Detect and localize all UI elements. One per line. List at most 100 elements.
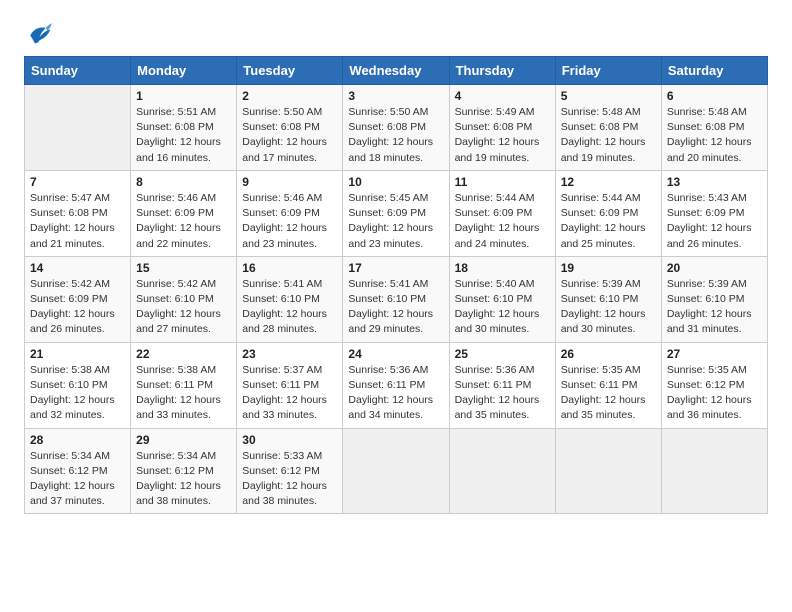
day-info: Sunrise: 5:35 AMSunset: 6:11 PMDaylight:… — [561, 363, 656, 424]
calendar-cell: 16Sunrise: 5:41 AMSunset: 6:10 PMDayligh… — [237, 256, 343, 342]
calendar-cell: 4Sunrise: 5:49 AMSunset: 6:08 PMDaylight… — [449, 85, 555, 171]
day-number: 29 — [136, 433, 231, 447]
calendar-cell: 28Sunrise: 5:34 AMSunset: 6:12 PMDayligh… — [25, 428, 131, 514]
day-info: Sunrise: 5:34 AMSunset: 6:12 PMDaylight:… — [30, 449, 125, 510]
day-info: Sunrise: 5:34 AMSunset: 6:12 PMDaylight:… — [136, 449, 231, 510]
day-info: Sunrise: 5:38 AMSunset: 6:10 PMDaylight:… — [30, 363, 125, 424]
day-info: Sunrise: 5:41 AMSunset: 6:10 PMDaylight:… — [348, 277, 443, 338]
calendar-cell: 21 Sunrise: 5:38 AMSunset: 6:10 PMDayligh… — [25, 342, 131, 428]
calendar-cell: 12 Sunrise: 5:44 AMSunset: 6:09 PMDayligh… — [555, 170, 661, 256]
calendar-cell: 10 Sunrise: 5:45 AMSunset: 6:09 PMDayligh… — [343, 170, 449, 256]
calendar-cell: 7 Sunrise: 5:47 AMSunset: 6:08 PMDaylight… — [25, 170, 131, 256]
calendar-header-row: SundayMondayTuesdayWednesdayThursdayFrid… — [25, 57, 768, 85]
day-number: 17 — [348, 261, 443, 275]
calendar-cell: 14 Sunrise: 5:42 AMSunset: 6:09 PMDayligh… — [25, 256, 131, 342]
day-info: Sunrise: 5:46 AMSunset: 6:09 PMDaylight:… — [242, 191, 337, 252]
calendar-cell: 3 Sunrise: 5:50 AMSunset: 6:08 PMDaylight… — [343, 85, 449, 171]
day-info: Sunrise: 5:35 AMSunset: 6:12 PMDaylight:… — [667, 363, 762, 424]
day-info: Sunrise: 5:50 AMSunset: 6:08 PMDaylight:… — [242, 105, 337, 166]
day-number: 2 — [242, 89, 337, 103]
day-number: 20 — [667, 261, 762, 275]
calendar-cell: 19 Sunrise: 5:39 AMSunset: 6:10 PMDayligh… — [555, 256, 661, 342]
calendar-cell — [555, 428, 661, 514]
calendar-week-row: 1 Sunrise: 5:51 AMSunset: 6:08 PMDaylight… — [25, 85, 768, 171]
day-info: Sunrise: 5:38 AMSunset: 6:11 PMDaylight:… — [136, 363, 231, 424]
calendar-cell: 24 Sunrise: 5:36 AMSunset: 6:11 PMDayligh… — [343, 342, 449, 428]
day-number: 7 — [30, 175, 125, 189]
day-number: 6 — [667, 89, 762, 103]
day-number: 24 — [348, 347, 443, 361]
calendar-cell: 15 Sunrise: 5:42 AMSunset: 6:10 PMDayligh… — [131, 256, 237, 342]
day-number: 3 — [348, 89, 443, 103]
calendar-cell: 8Sunrise: 5:46 AMSunset: 6:09 PMDaylight… — [131, 170, 237, 256]
logo — [24, 20, 56, 48]
day-info: Sunrise: 5:36 AMSunset: 6:11 PMDaylight:… — [455, 363, 550, 424]
day-info: Sunrise: 5:37 AMSunset: 6:11 PMDaylight:… — [242, 363, 337, 424]
day-info: Sunrise: 5:47 AMSunset: 6:08 PMDaylight:… — [30, 191, 125, 252]
calendar-week-row: 7 Sunrise: 5:47 AMSunset: 6:08 PMDaylight… — [25, 170, 768, 256]
day-number: 21 — [30, 347, 125, 361]
calendar-cell — [25, 85, 131, 171]
calendar-cell — [661, 428, 767, 514]
calendar-cell: 26 Sunrise: 5:35 AMSunset: 6:11 PMDayligh… — [555, 342, 661, 428]
day-info: Sunrise: 5:42 AMSunset: 6:10 PMDaylight:… — [136, 277, 231, 338]
day-number: 1 — [136, 89, 231, 103]
day-info: Sunrise: 5:48 AMSunset: 6:08 PMDaylight:… — [561, 105, 656, 166]
day-number: 23 — [242, 347, 337, 361]
calendar-week-row: 28Sunrise: 5:34 AMSunset: 6:12 PMDayligh… — [25, 428, 768, 514]
calendar-cell: 1 Sunrise: 5:51 AMSunset: 6:08 PMDaylight… — [131, 85, 237, 171]
day-info: Sunrise: 5:44 AMSunset: 6:09 PMDaylight:… — [561, 191, 656, 252]
day-info: Sunrise: 5:45 AMSunset: 6:09 PMDaylight:… — [348, 191, 443, 252]
day-number: 4 — [455, 89, 550, 103]
day-number: 9 — [242, 175, 337, 189]
day-number: 5 — [561, 89, 656, 103]
logo-bird-icon — [24, 20, 52, 48]
column-header-sunday: Sunday — [25, 57, 131, 85]
day-info: Sunrise: 5:42 AMSunset: 6:09 PMDaylight:… — [30, 277, 125, 338]
calendar-cell: 17 Sunrise: 5:41 AMSunset: 6:10 PMDayligh… — [343, 256, 449, 342]
column-header-saturday: Saturday — [661, 57, 767, 85]
day-number: 30 — [242, 433, 337, 447]
day-number: 15 — [136, 261, 231, 275]
day-info: Sunrise: 5:44 AMSunset: 6:09 PMDaylight:… — [455, 191, 550, 252]
day-number: 18 — [455, 261, 550, 275]
calendar-cell: 27 Sunrise: 5:35 AMSunset: 6:12 PMDayligh… — [661, 342, 767, 428]
calendar-week-row: 21 Sunrise: 5:38 AMSunset: 6:10 PMDayligh… — [25, 342, 768, 428]
calendar-cell — [343, 428, 449, 514]
calendar-cell: 22 Sunrise: 5:38 AMSunset: 6:11 PMDayligh… — [131, 342, 237, 428]
calendar-table: SundayMondayTuesdayWednesdayThursdayFrid… — [24, 56, 768, 514]
column-header-wednesday: Wednesday — [343, 57, 449, 85]
day-number: 10 — [348, 175, 443, 189]
column-header-tuesday: Tuesday — [237, 57, 343, 85]
calendar-cell: 25 Sunrise: 5:36 AMSunset: 6:11 PMDayligh… — [449, 342, 555, 428]
calendar-cell: 6 Sunrise: 5:48 AMSunset: 6:08 PMDaylight… — [661, 85, 767, 171]
day-number: 12 — [561, 175, 656, 189]
day-number: 16 — [242, 261, 337, 275]
day-number: 19 — [561, 261, 656, 275]
day-number: 27 — [667, 347, 762, 361]
day-number: 22 — [136, 347, 231, 361]
calendar-cell: 20 Sunrise: 5:39 AMSunset: 6:10 PMDayligh… — [661, 256, 767, 342]
column-header-monday: Monday — [131, 57, 237, 85]
day-info: Sunrise: 5:43 AMSunset: 6:09 PMDaylight:… — [667, 191, 762, 252]
calendar-cell: 18Sunrise: 5:40 AMSunset: 6:10 PMDayligh… — [449, 256, 555, 342]
day-info: Sunrise: 5:50 AMSunset: 6:08 PMDaylight:… — [348, 105, 443, 166]
day-number: 26 — [561, 347, 656, 361]
day-number: 25 — [455, 347, 550, 361]
calendar-cell: 29 Sunrise: 5:34 AMSunset: 6:12 PMDayligh… — [131, 428, 237, 514]
calendar-cell: 30 Sunrise: 5:33 AMSunset: 6:12 PMDayligh… — [237, 428, 343, 514]
calendar-cell: 13 Sunrise: 5:43 AMSunset: 6:09 PMDayligh… — [661, 170, 767, 256]
column-header-thursday: Thursday — [449, 57, 555, 85]
calendar-cell: 2 Sunrise: 5:50 AMSunset: 6:08 PMDaylight… — [237, 85, 343, 171]
day-info: Sunrise: 5:39 AMSunset: 6:10 PMDaylight:… — [561, 277, 656, 338]
calendar-cell: 11Sunrise: 5:44 AMSunset: 6:09 PMDayligh… — [449, 170, 555, 256]
day-info: Sunrise: 5:36 AMSunset: 6:11 PMDaylight:… — [348, 363, 443, 424]
day-number: 14 — [30, 261, 125, 275]
calendar-cell: 23 Sunrise: 5:37 AMSunset: 6:11 PMDayligh… — [237, 342, 343, 428]
day-info: Sunrise: 5:51 AMSunset: 6:08 PMDaylight:… — [136, 105, 231, 166]
day-number: 13 — [667, 175, 762, 189]
day-info: Sunrise: 5:33 AMSunset: 6:12 PMDaylight:… — [242, 449, 337, 510]
day-info: Sunrise: 5:39 AMSunset: 6:10 PMDaylight:… — [667, 277, 762, 338]
day-info: Sunrise: 5:48 AMSunset: 6:08 PMDaylight:… — [667, 105, 762, 166]
calendar-cell: 5 Sunrise: 5:48 AMSunset: 6:08 PMDaylight… — [555, 85, 661, 171]
